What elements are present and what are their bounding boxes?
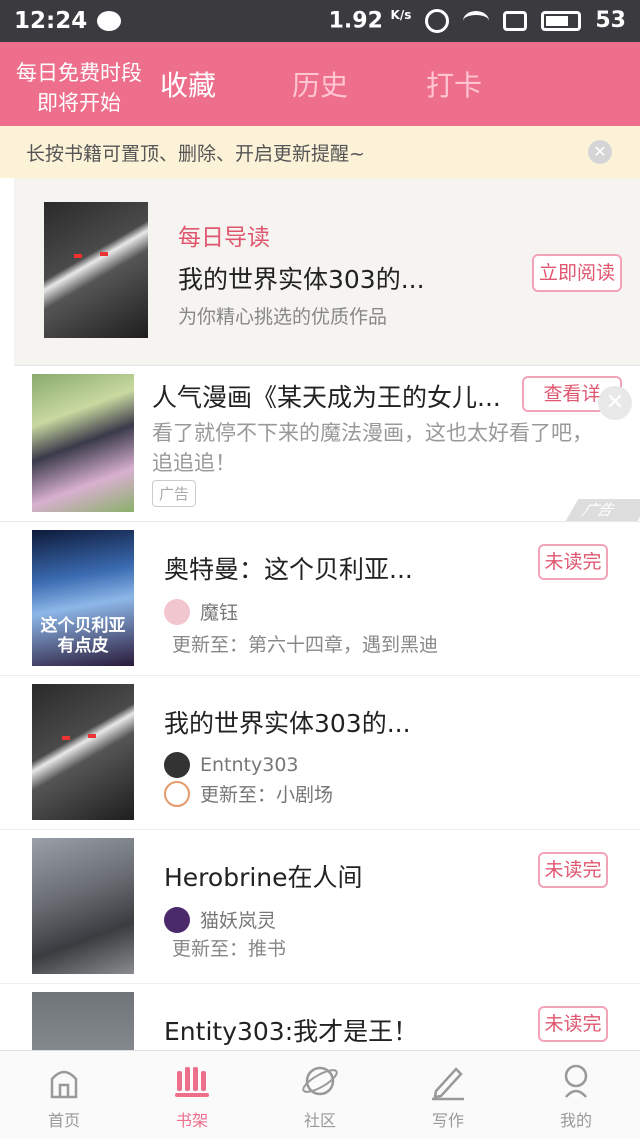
book-title: 奥特曼：这个贝利亚... xyxy=(164,555,413,584)
book-item[interactable]: 我的世界实体303的... Entnty303 更新至：小剧场 xyxy=(0,676,640,830)
daily-cover-image xyxy=(44,202,148,338)
ad-cover-image xyxy=(32,374,134,512)
ad-close-icon[interactable]: ✕ xyxy=(598,386,632,420)
home-icon xyxy=(50,1070,78,1099)
cover-detail xyxy=(62,736,70,740)
author-name: Entnty303 xyxy=(200,754,299,776)
book-item[interactable]: Entity303:我才是王！ 未读完 xyxy=(0,984,640,1050)
unread-badge: 未读完 xyxy=(538,852,608,888)
profile-icon xyxy=(564,1064,588,1098)
author-avatar xyxy=(164,598,190,625)
daily-title: 我的世界实体303的... xyxy=(178,265,425,294)
book-title: 我的世界实体303的... xyxy=(164,709,411,738)
ad-card[interactable]: 人气漫画《某天成为王的女儿... 查看详 看了就停不下来的魔法漫画，这也太好看了… xyxy=(0,366,640,522)
nav-home[interactable]: 首页 xyxy=(0,1051,128,1138)
unread-badge: 未读完 xyxy=(538,544,608,580)
book-update-row: 更新至：小剧场 xyxy=(164,780,333,807)
read-now-button[interactable]: 立即阅读 xyxy=(532,254,622,292)
ad-corner-label: 广告 xyxy=(565,499,640,521)
daily-label: 每日导读 xyxy=(178,225,270,251)
planet-icon xyxy=(302,1066,338,1096)
author-avatar xyxy=(164,752,190,778)
book-author: Entnty303 xyxy=(164,752,299,778)
battery-icon xyxy=(541,10,582,31)
nav-bookshelf-label: 书架 xyxy=(175,1111,208,1130)
book-cover-image xyxy=(32,684,134,820)
cover-title-text: 这个贝利亚有点皮 xyxy=(40,616,126,656)
nav-write[interactable]: 写作 xyxy=(384,1051,512,1138)
daily-recommendation[interactable]: 每日导读 我的世界实体303的... 为你精心挑选的优质作品 立即阅读 xyxy=(14,178,640,366)
network-speed-value: 1.92 xyxy=(328,8,383,34)
book-update: 更新至：第六十四章，遇到黑迪 xyxy=(172,634,439,656)
author-name: 魔钰 xyxy=(200,602,239,624)
wifi-icon xyxy=(463,10,490,31)
clock-icon xyxy=(164,780,190,807)
nav-community-label: 社区 xyxy=(303,1111,336,1130)
free-period-banner[interactable]: 每日免费时段 即将开始 xyxy=(16,58,142,118)
nav-write-label: 写作 xyxy=(431,1111,464,1130)
top-nav: 每日免费时段 即将开始 收藏 历史 打卡 xyxy=(0,42,640,126)
bookshelf-icon xyxy=(175,1067,209,1097)
book-title: Entity303:我才是王！ xyxy=(164,1017,419,1046)
bottom-nav: 首页 书架 社区 写作 我的 xyxy=(0,1050,640,1138)
ad-corner-text: 广告 xyxy=(578,501,620,519)
cover-detail xyxy=(100,252,108,256)
tab-checkin[interactable]: 打卡 xyxy=(426,64,482,104)
tab-favorites[interactable]: 收藏 xyxy=(160,64,216,104)
author-avatar xyxy=(164,906,190,933)
nav-profile-label: 我的 xyxy=(559,1111,592,1130)
daily-subtitle: 为你精心挑选的优质作品 xyxy=(178,306,388,328)
tip-banner: 长按书籍可置顶、删除、开启更新提醒~ ✕ xyxy=(0,126,640,178)
book-title: Herobrine在人间 xyxy=(164,863,363,892)
alarm-icon xyxy=(425,8,450,33)
free-period-line1: 每日免费时段 xyxy=(16,61,142,85)
battery-level: 53 xyxy=(595,8,626,34)
tip-text: 长按书籍可置顶、删除、开启更新提醒~ xyxy=(26,142,365,165)
book-update: 更新至：小剧场 xyxy=(200,784,334,806)
status-right: 1.92 K/s 53 xyxy=(329,8,626,33)
screen-icon xyxy=(503,10,528,31)
nav-community[interactable]: 社区 xyxy=(256,1051,384,1138)
book-cover-image xyxy=(32,992,134,1050)
nav-home-label: 首页 xyxy=(47,1111,80,1130)
book-item[interactable]: Herobrine在人间 猫妖岚灵 更新至：推书 未读完 xyxy=(0,830,640,984)
message-icon xyxy=(97,11,122,31)
nav-bookshelf[interactable]: 书架 xyxy=(128,1051,256,1138)
status-bar: 12:24 1.92 K/s 53 xyxy=(0,0,640,42)
book-author: 猫妖岚灵 xyxy=(164,906,276,933)
book-cover-image: 这个贝利亚有点皮 xyxy=(32,530,134,666)
tip-close-icon[interactable]: ✕ xyxy=(588,140,612,164)
nav-profile[interactable]: 我的 xyxy=(512,1051,640,1138)
book-author: 魔钰 xyxy=(164,598,238,625)
network-speed-unit: K/s xyxy=(390,8,412,23)
ad-description: 看了就停不下来的魔法漫画，这也太好看了吧，追追追！ xyxy=(152,421,593,475)
book-cover-image xyxy=(32,838,134,974)
free-period-line2: 即将开始 xyxy=(37,91,121,115)
cover-detail xyxy=(74,254,82,258)
author-name: 猫妖岚灵 xyxy=(200,910,277,932)
ad-title: 人气漫画《某天成为王的女儿... xyxy=(152,383,501,412)
ad-badge: 广告 xyxy=(152,480,197,507)
cover-detail xyxy=(88,734,96,738)
status-time: 12:24 xyxy=(14,8,88,34)
tab-history[interactable]: 历史 xyxy=(292,64,348,104)
book-update: 更新至：推书 xyxy=(172,938,287,960)
book-item[interactable]: 这个贝利亚有点皮 奥特曼：这个贝利亚... 魔钰 更新至：第六十四章，遇到黑迪 … xyxy=(0,522,640,676)
unread-badge: 未读完 xyxy=(538,1006,608,1042)
pencil-icon xyxy=(432,1067,464,1101)
network-speed: 1.92 K/s xyxy=(329,8,412,33)
